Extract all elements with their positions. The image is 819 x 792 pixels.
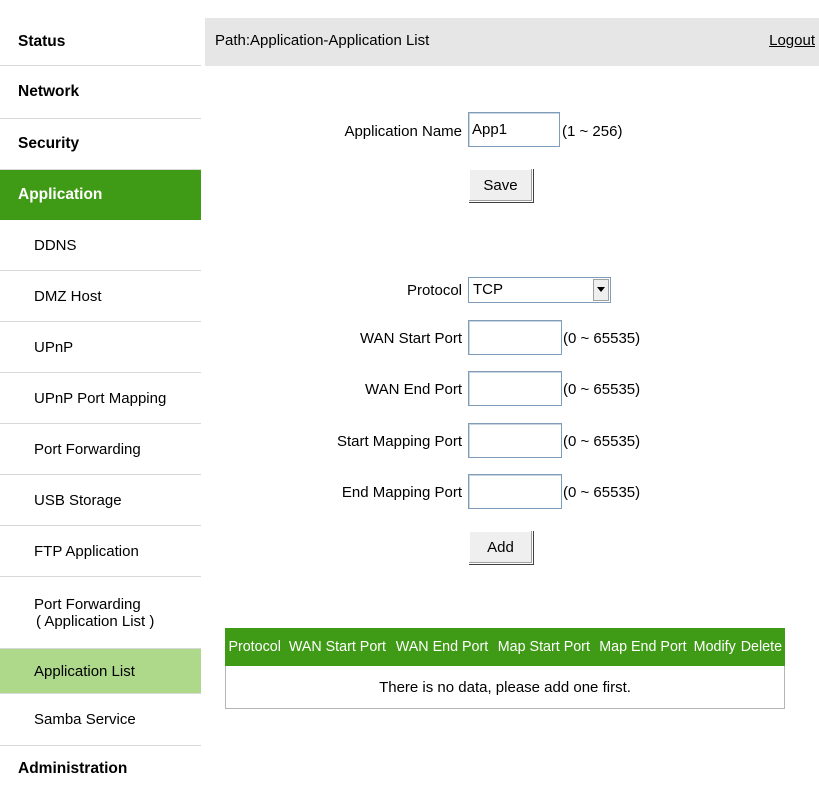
nav-label: DMZ Host	[34, 287, 102, 305]
nav-label: DDNS	[34, 236, 77, 254]
sidebar-divider	[201, 0, 205, 792]
nav-label: Network	[18, 83, 80, 100]
nav-label: Port Forwarding	[34, 595, 141, 613]
wan-end-port-input[interactable]	[468, 371, 562, 406]
table-header-row: Protocol WAN Start Port WAN End Port Map…	[224, 628, 786, 666]
start-mapping-port-input[interactable]	[468, 423, 562, 458]
nav-label: Administration	[18, 760, 128, 777]
nav-administration[interactable]: Administration	[0, 746, 201, 792]
nav-status[interactable]: Status	[0, 18, 201, 66]
start-mapping-port-label: Start Mapping Port	[336, 433, 462, 450]
nav-label: UPnP Port Mapping	[34, 389, 167, 407]
path-bar: Path:Application-Application List Logout	[205, 18, 819, 66]
end-mapping-port-hint: (0 ~ 65535)	[563, 484, 641, 501]
end-mapping-port-label: End Mapping Port	[341, 484, 462, 501]
nav-label: Application	[18, 186, 103, 203]
nav-label: USB Storage	[34, 491, 122, 509]
nav-application[interactable]: Application	[0, 170, 201, 220]
wan-start-port-label: WAN Start Port	[360, 330, 462, 347]
application-name-label: Application Name	[344, 123, 462, 140]
sidebar: Status Network Security Application DDNS…	[0, 0, 201, 792]
save-button[interactable]: Save	[468, 168, 533, 202]
nav-label: Samba Service	[34, 711, 136, 728]
nav-usb-storage[interactable]: USB Storage	[0, 475, 201, 526]
chevron-down-icon[interactable]	[593, 279, 609, 301]
application-name-input[interactable]	[468, 112, 560, 147]
empty-table-message: There is no data, please add one first.	[225, 665, 785, 709]
start-mapping-port-hint: (0 ~ 65535)	[563, 433, 641, 450]
protocol-selected-value: TCP	[473, 281, 503, 298]
wan-start-port-hint: (0 ~ 65535)	[563, 330, 641, 347]
nav-samba-service[interactable]: Samba Service	[0, 694, 201, 746]
protocol-label: Protocol	[406, 282, 462, 299]
wan-end-port-label: WAN End Port	[365, 381, 462, 398]
table-row: There is no data, please add one first.	[225, 665, 785, 709]
nav-label: Port Forwarding	[34, 440, 141, 458]
nav-application-list[interactable]: Application List	[0, 649, 201, 694]
protocol-select[interactable]: TCP	[468, 277, 611, 303]
nav-label: Application List	[34, 662, 135, 680]
nav-ftp-application[interactable]: FTP Application	[0, 526, 201, 577]
column-header-wan-end-port: WAN End Port	[390, 628, 494, 666]
nav-port-forwarding-app-list[interactable]: Port Forwarding ( Application List )	[0, 577, 201, 649]
nav-label: FTP Application	[34, 542, 139, 560]
nav-port-forwarding[interactable]: Port Forwarding	[0, 424, 201, 475]
wan-end-port-hint: (0 ~ 65535)	[563, 381, 641, 398]
column-header-map-end-port: Map End Port	[594, 628, 692, 666]
end-mapping-port-input[interactable]	[468, 474, 562, 509]
nav-label: Security	[18, 135, 80, 152]
nav-label: UPnP	[34, 338, 74, 356]
nav-network[interactable]: Network	[0, 66, 201, 119]
nav-label: Status	[18, 32, 66, 50]
column-header-wan-start-port: WAN Start Port	[283, 628, 392, 666]
column-header-map-start-port: Map Start Port	[492, 628, 596, 666]
breadcrumb: Path:Application-Application List	[215, 32, 430, 49]
wan-start-port-input[interactable]	[468, 320, 562, 355]
add-button[interactable]: Add	[468, 530, 533, 564]
nav-upnp[interactable]: UPnP	[0, 322, 201, 373]
nav-security[interactable]: Security	[0, 119, 201, 170]
nav-upnp-port-mapping[interactable]: UPnP Port Mapping	[0, 373, 201, 424]
nav-dmz-host[interactable]: DMZ Host	[0, 271, 201, 322]
application-list-table: Protocol WAN Start Port WAN End Port Map…	[224, 628, 786, 709]
column-header-protocol: Protocol	[224, 628, 285, 666]
nav-label-line2: ( Application List )	[36, 612, 155, 630]
nav-ddns[interactable]: DDNS	[0, 220, 201, 271]
column-header-delete: Delete	[737, 628, 786, 666]
logout-link[interactable]: Logout	[769, 32, 815, 49]
application-name-hint: (1 ~ 256)	[562, 123, 623, 140]
column-header-modify: Modify	[690, 628, 739, 666]
